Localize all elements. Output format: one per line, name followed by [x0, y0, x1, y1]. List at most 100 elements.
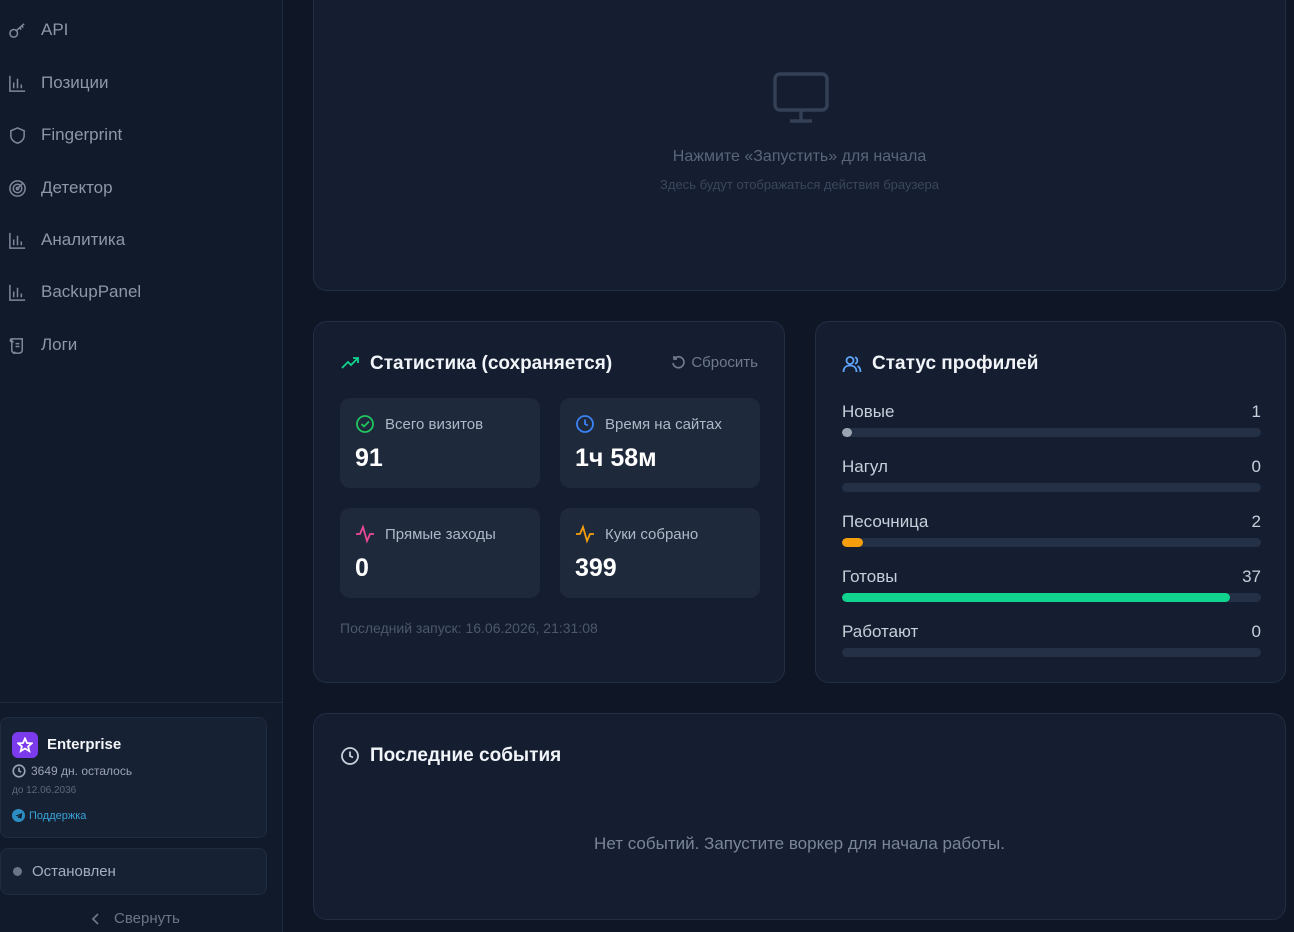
support-link[interactable]: Поддержка — [12, 809, 86, 822]
sidebar: API Позиции Fingerprint Детектор Аналити… — [0, 0, 283, 932]
monitor-icon — [772, 71, 830, 125]
profile-status-count: 1 — [1251, 402, 1261, 421]
activity-icon — [356, 524, 374, 544]
metric-value: 399 — [575, 554, 617, 582]
star-icon — [17, 737, 33, 753]
profile-status-label: Готовы — [842, 567, 898, 586]
trending-up-icon — [341, 357, 359, 369]
profile-status-label: Песочница — [842, 512, 929, 531]
activity-icon — [576, 524, 594, 544]
profile-status-row: Работают 0 — [842, 622, 1261, 662]
profile-status-count: 2 — [1251, 512, 1261, 531]
metric-label: Прямые заходы — [385, 525, 496, 543]
plan-card: Enterprise 3649 дн. осталось до 12.06.20… — [0, 717, 267, 838]
profile-status-count: 0 — [1251, 457, 1261, 476]
progress-track — [842, 538, 1261, 547]
plan-name: Enterprise — [47, 736, 122, 753]
metric-label: Всего визитов — [385, 415, 484, 433]
progress-fill — [842, 593, 1230, 602]
profile-status-row: Нагул 0 — [842, 457, 1261, 497]
metric-direct-visits: Прямые заходы 0 — [340, 508, 540, 598]
browser-preview: Нажмите «Запустить» для начала Здесь буд… — [313, 0, 1286, 291]
metric-value: 91 — [355, 444, 383, 472]
browser-hint: Нажмите «Запустить» для начала — [672, 148, 927, 165]
radar-icon — [9, 179, 26, 197]
clock-icon — [12, 764, 26, 778]
profile-status-row: Новые 1 — [842, 402, 1261, 442]
collapse-sidebar-button[interactable]: Свернуть — [90, 910, 180, 927]
metric-value: 0 — [355, 554, 369, 582]
progress-track — [842, 648, 1261, 657]
profile-status-row: Песочница 2 — [842, 512, 1261, 552]
sidebar-item-label: Логи — [41, 335, 78, 354]
telegram-icon — [12, 809, 25, 822]
last-run: Последний запуск: 16.06.2026, 21:31:08 — [340, 620, 598, 636]
events-title-text: Последние события — [370, 745, 562, 766]
bar-chart-icon — [9, 75, 26, 92]
sidebar-item-label: Fingerprint — [41, 125, 123, 144]
progress-track — [842, 593, 1261, 602]
reset-icon — [672, 355, 686, 369]
sidebar-item-label: BackupPanel — [41, 282, 142, 301]
shield-icon — [10, 126, 25, 144]
status-dot — [13, 867, 22, 876]
chevron-left-icon — [91, 912, 99, 925]
sidebar-item-label: Детектор — [41, 178, 113, 197]
reset-button[interactable]: Сбросить — [671, 354, 758, 371]
sidebar-item-detector[interactable]: Детектор — [8, 173, 113, 203]
collapse-label: Свернуть — [114, 910, 180, 927]
metric-header: Куки собрано — [575, 524, 698, 544]
reset-label: Сбросить — [691, 354, 758, 371]
metric-header: Всего визитов — [355, 414, 483, 434]
clock-icon — [341, 747, 359, 765]
metric-value: 1ч 58м — [575, 444, 657, 472]
recent-events-card: Последние события Нет событий. Запустите… — [313, 713, 1286, 920]
profile-status-count: 0 — [1251, 622, 1261, 641]
metric-header: Прямые заходы — [355, 524, 496, 544]
profiles-status-card: Статус профилей Новые 1 Нагул 0 Песочниц… — [815, 321, 1286, 683]
support-link-label: Поддержка — [29, 809, 87, 822]
metric-label: Время на сайтах — [605, 415, 722, 433]
check-circle-icon — [356, 415, 374, 433]
profile-status-row: Готовы 37 — [842, 567, 1261, 607]
sidebar-item-positions[interactable]: Позиции — [8, 68, 109, 98]
plan-until: до 12.06.2036 — [12, 785, 77, 796]
progress-track — [842, 428, 1261, 437]
events-title: Последние события — [340, 745, 561, 767]
profile-status-label: Нагул — [842, 457, 888, 476]
progress-fill — [842, 428, 853, 437]
sidebar-item-label: API — [41, 20, 69, 39]
users-icon — [842, 356, 862, 373]
profiles-title: Статус профилей — [842, 353, 1038, 375]
key-icon — [9, 22, 25, 38]
plan-badge — [12, 732, 38, 758]
sidebar-item-label: Позиции — [41, 73, 109, 92]
sidebar-divider — [0, 702, 283, 703]
worker-status-text: Остановлен — [32, 863, 116, 880]
profiles-title-text: Статус профилей — [872, 353, 1039, 374]
scroll-icon — [9, 337, 24, 354]
clock-icon — [576, 415, 594, 433]
profile-status-label: Работают — [842, 622, 919, 641]
sidebar-item-analytics[interactable]: Аналитика — [8, 225, 125, 255]
bar-chart-icon — [9, 232, 26, 249]
stats-title: Статистика (сохраняется) — [340, 353, 612, 375]
metric-time-on-sites: Время на сайтах 1ч 58м — [560, 398, 760, 488]
progress-fill — [842, 538, 863, 547]
plan-days-left-text: 3649 дн. осталось — [31, 764, 133, 778]
sidebar-item-logs[interactable]: Логи — [8, 330, 77, 360]
stats-card: Статистика (сохраняется) Сбросить Всего … — [313, 321, 785, 683]
stats-title-text: Статистика (сохраняется) — [370, 353, 613, 374]
sidebar-item-api[interactable]: API — [8, 15, 68, 45]
worker-status: Остановлен — [0, 848, 267, 895]
browser-subhint: Здесь будут отображаться действия браузе… — [660, 177, 939, 192]
progress-track — [842, 483, 1261, 492]
sidebar-item-label: Аналитика — [41, 230, 126, 249]
bar-chart-icon — [9, 284, 26, 301]
profile-status-label: Новые — [842, 402, 895, 421]
sidebar-item-backuppanel[interactable]: BackupPanel — [8, 277, 141, 307]
metric-label: Куки собрано — [605, 525, 699, 543]
sidebar-item-fingerprint[interactable]: Fingerprint — [8, 120, 122, 150]
events-empty-message: Нет событий. Запустите воркер для начала… — [594, 834, 1005, 853]
metric-header: Время на сайтах — [575, 414, 722, 434]
